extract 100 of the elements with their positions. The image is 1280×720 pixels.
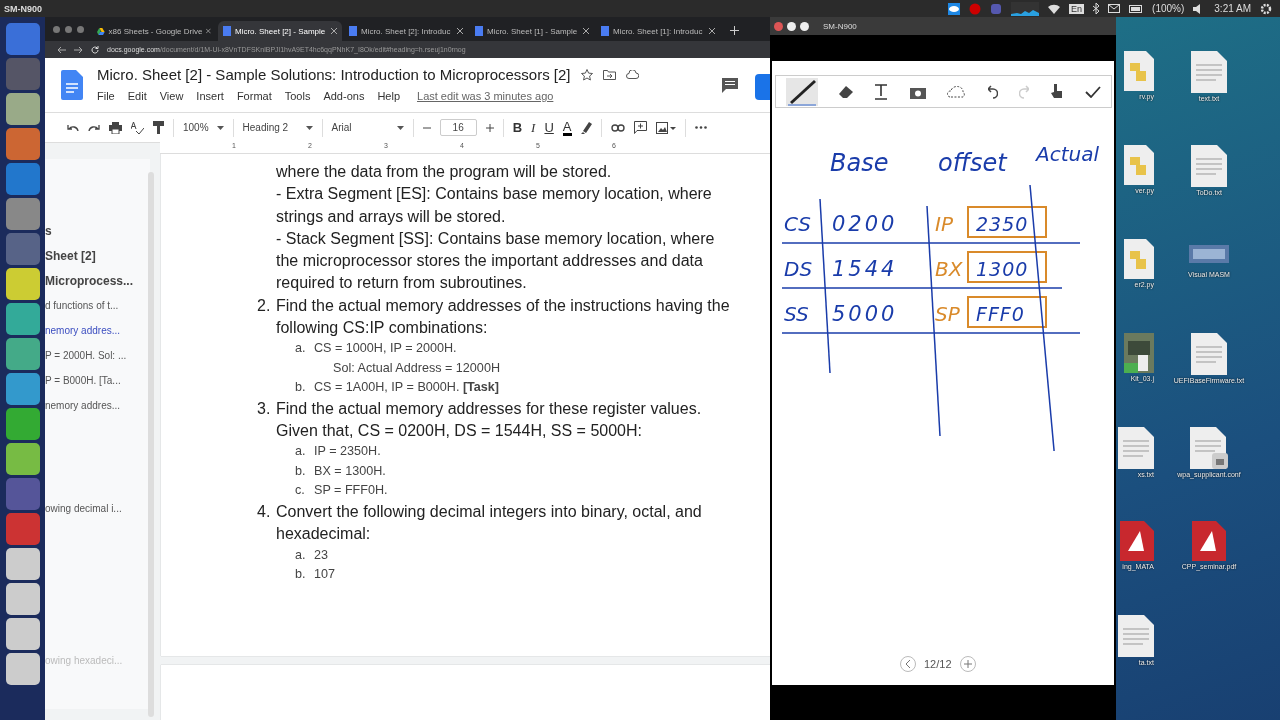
app-launcher-icon[interactable] — [5, 268, 40, 300]
clock[interactable]: 3:21 AM — [1214, 3, 1251, 14]
italic-button[interactable]: I — [531, 119, 536, 136]
checkmark-icon[interactable] — [1084, 85, 1101, 98]
text-color-button[interactable]: A — [562, 119, 572, 136]
remote-app-icon[interactable] — [948, 2, 961, 15]
app-launcher-icon[interactable] — [5, 443, 40, 475]
menu-item[interactable]: Tools — [284, 90, 311, 102]
image-icon[interactable] — [655, 121, 676, 134]
style-dropdown[interactable]: Heading 2 — [242, 122, 313, 133]
pdf-file-icon[interactable] — [1120, 521, 1154, 561]
move-folder-icon[interactable] — [602, 69, 616, 80]
outline-item[interactable]: owing decimal i... — [45, 503, 122, 514]
outline-item[interactable]: P = B000H. [Ta... — [45, 373, 121, 389]
scrollbar[interactable] — [148, 172, 154, 717]
app-launcher-icon[interactable] — [5, 548, 40, 580]
menu-item[interactable]: Insert — [196, 90, 224, 102]
menu-item[interactable]: File — [97, 90, 115, 102]
browser-tab[interactable]: Micro. Sheet [2] - Sample — [218, 21, 342, 41]
docs-logo-icon[interactable] — [61, 70, 83, 100]
paint-format-icon[interactable] — [153, 121, 164, 134]
app-launcher-icon[interactable] — [5, 373, 40, 405]
outline-item[interactable]: Sheet [2] — [45, 248, 96, 264]
text-file-icon[interactable] — [1191, 145, 1227, 187]
font-size-field[interactable]: 16 — [439, 119, 477, 136]
network-graph-icon[interactable] — [1011, 1, 1040, 16]
undo-icon[interactable] — [67, 123, 79, 132]
underline-button[interactable]: U — [544, 120, 554, 135]
menu-item[interactable]: Format — [236, 90, 272, 102]
python-file-icon[interactable] — [1124, 145, 1154, 185]
menu-item[interactable]: Add-ons — [323, 90, 365, 102]
locked-file-icon[interactable] — [1190, 427, 1228, 469]
link-icon[interactable] — [610, 123, 625, 132]
spellcheck-icon[interactable] — [131, 121, 144, 134]
browser-tab[interactable]: Micro. Sheet [2]: Introduc — [344, 21, 468, 41]
hand-pointer-icon[interactable] — [1049, 83, 1064, 100]
outline-item[interactable]: P = 2000H. Sol: ... — [45, 348, 127, 364]
close-icon[interactable] — [709, 28, 715, 34]
outline-item[interactable]: s — [45, 223, 52, 239]
app-launcher-icon[interactable] — [5, 338, 40, 370]
app-launcher-icon[interactable] — [5, 128, 40, 160]
record-icon[interactable] — [969, 2, 982, 15]
highlighter-icon[interactable] — [580, 121, 592, 134]
browser-tab[interactable]: Micro. Sheet [1] - Sample — [470, 21, 594, 41]
pen-icon[interactable] — [786, 77, 819, 106]
text-file-icon[interactable] — [1118, 615, 1154, 657]
font-dropdown[interactable]: Arial — [331, 122, 404, 133]
app-launcher-icon[interactable] — [5, 653, 40, 685]
app-launcher-icon[interactable] — [5, 93, 40, 125]
app-launcher-icon[interactable] — [5, 303, 40, 335]
keyboard-layout-indicator[interactable]: En — [1069, 3, 1085, 14]
forward-icon[interactable] — [74, 45, 83, 54]
last-edit-link[interactable]: Last edit was 3 minutes ago — [417, 90, 554, 102]
outline-item[interactable]: d functions of t... — [45, 298, 119, 314]
maximize-button[interactable] — [800, 21, 809, 31]
outline-item[interactable]: Microprocess... — [45, 273, 134, 289]
text-file-icon[interactable] — [1118, 427, 1154, 469]
close-icon[interactable] — [457, 28, 463, 34]
wifi-icon[interactable] — [1048, 3, 1061, 14]
zoom-dropdown[interactable]: 100% — [183, 122, 224, 133]
text-file-icon[interactable] — [1191, 51, 1227, 93]
python-file-icon[interactable] — [1124, 239, 1154, 279]
settings-icon[interactable] — [1260, 2, 1272, 15]
outline-item[interactable]: nemory addres... — [45, 398, 121, 414]
browser-tab[interactable]: x86 Sheets - Google Drive — [92, 21, 216, 41]
document-title[interactable]: Micro. Sheet [2] - Sample Solutions: Introduction to Microprocessors [2] — [97, 66, 571, 83]
eraser-icon[interactable] — [839, 85, 854, 98]
browser-tab[interactable]: Micro. Sheet [1]: Introduc — [596, 21, 720, 41]
close-icon[interactable] — [583, 28, 589, 34]
app-launcher-icon[interactable] — [5, 583, 40, 615]
app-launcher-icon[interactable] — [5, 198, 40, 230]
close-icon[interactable] — [331, 28, 337, 34]
mail-icon[interactable] — [1108, 4, 1121, 13]
app-launcher-icon[interactable] — [5, 408, 40, 440]
bold-button[interactable]: B — [512, 120, 523, 135]
increase-size-icon[interactable] — [485, 123, 494, 132]
menu-item[interactable]: View — [159, 90, 184, 102]
text-file-icon[interactable] — [1191, 333, 1227, 375]
undo-icon[interactable] — [988, 84, 999, 99]
outline-item[interactable]: nemory addres... — [45, 323, 121, 339]
add-comment-icon[interactable] — [633, 121, 647, 134]
star-icon[interactable] — [580, 68, 593, 81]
battery-icon[interactable] — [1129, 4, 1144, 13]
comment-icon[interactable] — [722, 78, 738, 93]
menu-item[interactable]: Help — [377, 90, 400, 102]
app-launcher-icon[interactable] — [5, 618, 40, 650]
more-icon[interactable] — [694, 126, 707, 129]
cloud-icon[interactable] — [625, 70, 639, 79]
new-tab-icon[interactable] — [730, 26, 739, 35]
redo-icon[interactable] — [88, 123, 100, 132]
menu-item[interactable]: Edit — [127, 90, 147, 102]
print-icon[interactable] — [109, 121, 122, 134]
pdf-file-icon[interactable] — [1192, 521, 1226, 561]
lasso-icon[interactable] — [947, 85, 968, 98]
bluetooth-icon[interactable] — [1093, 3, 1100, 14]
close-icon[interactable] — [206, 28, 211, 34]
back-icon[interactable] — [57, 45, 66, 54]
minimize-button[interactable] — [787, 21, 796, 31]
reload-icon[interactable] — [91, 45, 99, 54]
python-file-icon[interactable] — [1124, 51, 1154, 91]
